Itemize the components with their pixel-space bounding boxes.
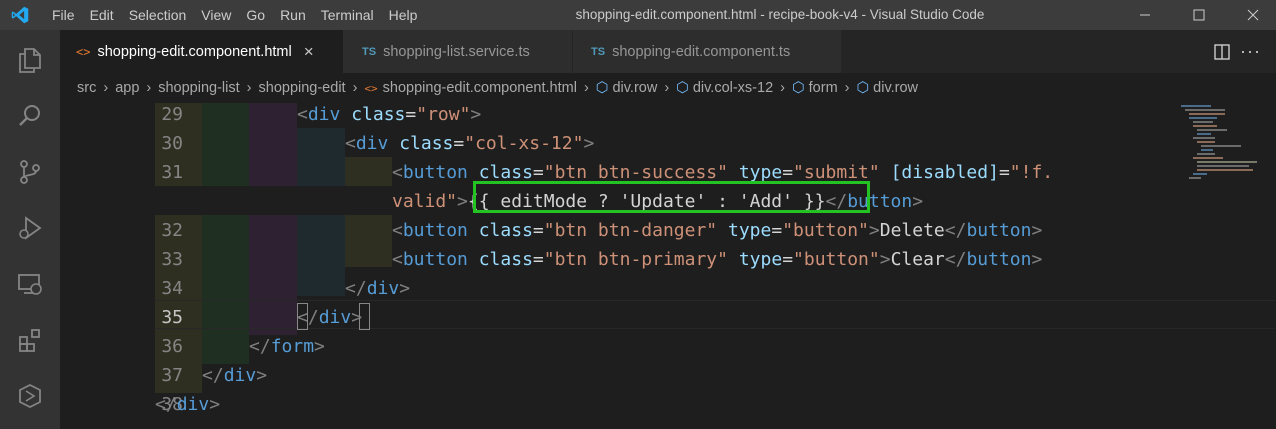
code-line: <button class="btn btn-primary" type="bu…: [392, 249, 1043, 270]
breadcrumb-form[interactable]: form: [809, 80, 838, 96]
line-number: 31: [161, 162, 183, 183]
chevron-right-icon: ›: [664, 80, 670, 96]
line-number: 30: [161, 133, 183, 154]
editor-tab-bar: <> shopping-edit.component.html × TS sho…: [60, 30, 1276, 73]
menu-bar: File Edit Selection View Go Run Terminal…: [52, 0, 432, 30]
tab-close-icon[interactable]: ×: [304, 42, 314, 62]
split-editor-button[interactable]: [1213, 43, 1231, 61]
tab-shopping-list-service-ts[interactable]: TS shopping-list.service.ts: [343, 30, 572, 73]
search-icon: [19, 105, 40, 126]
vscode-logo-icon: [11, 6, 29, 24]
close-window-button[interactable]: [1230, 0, 1276, 30]
tab-shopping-edit-ts[interactable]: TS shopping-edit.component.ts: [573, 30, 841, 73]
line-number: 37: [161, 365, 183, 386]
files-icon: [19, 48, 41, 73]
minimize-button[interactable]: [1122, 0, 1168, 30]
menu-file[interactable]: File: [52, 0, 75, 30]
breadcrumb-shopping-edit[interactable]: shopping-edit: [259, 80, 346, 96]
angular-icon: [19, 383, 41, 409]
more-actions-button[interactable]: ···: [1240, 41, 1264, 61]
menu-go[interactable]: Go: [246, 0, 265, 30]
highlight-box: [473, 181, 870, 213]
cube-icon: ⬡: [676, 80, 689, 96]
activity-bar: [0, 30, 60, 429]
remote-explorer-icon: [18, 274, 42, 295]
ts-file-icon: TS: [591, 45, 606, 58]
line-number: 36: [161, 336, 183, 357]
chevron-right-icon: ›: [246, 80, 252, 96]
bracket-match-close: [359, 303, 370, 330]
menu-selection[interactable]: Selection: [129, 0, 187, 30]
breadcrumb-div-row[interactable]: div.row: [612, 80, 657, 96]
extensions-button[interactable]: [0, 316, 60, 364]
chevron-right-icon: ›: [103, 80, 109, 96]
close-icon: [1247, 9, 1259, 21]
breadcrumb: src › app › shopping-list › shopping-edit › <> sh…: [60, 73, 1276, 103]
code-line: </div>: [345, 278, 411, 299]
chevron-right-icon: ›: [780, 80, 785, 96]
chevron-right-icon: ›: [583, 80, 589, 96]
wrapped-line-background: [155, 186, 392, 215]
tab-shopping-edit-html[interactable]: <> shopping-edit.component.html ×: [60, 30, 343, 73]
chevron-right-icon: ›: [146, 80, 152, 96]
remote-explorer-button[interactable]: [0, 260, 60, 308]
minimize-icon: [1140, 14, 1150, 16]
menu-terminal[interactable]: Terminal: [321, 0, 374, 30]
maximize-icon: [1193, 9, 1205, 21]
run-debug-button[interactable]: [0, 204, 60, 252]
tab-label: shopping-list.service.ts: [383, 43, 530, 60]
search-button[interactable]: [0, 92, 60, 140]
breadcrumb-shopping-list[interactable]: shopping-list: [158, 80, 239, 96]
menu-run[interactable]: Run: [280, 0, 306, 30]
bracket-match-open: [297, 303, 308, 330]
menu-help[interactable]: Help: [389, 0, 418, 30]
line-number: 32: [161, 220, 183, 241]
breadcrumb-div-col[interactable]: div.col-xs-12: [693, 80, 773, 96]
menu-view[interactable]: View: [201, 0, 231, 30]
cube-icon: ⬡: [856, 80, 870, 96]
explorer-button[interactable]: [0, 36, 60, 84]
run-debug-icon: [19, 216, 42, 240]
line-number: 33: [161, 249, 183, 270]
code-editor[interactable]: 29 30 31 32 33 34 35 36 37 38 <div class…: [60, 103, 1276, 429]
chevron-right-icon: ›: [844, 80, 850, 96]
ts-file-icon: TS: [362, 45, 377, 58]
source-control-icon: [20, 160, 40, 184]
chevron-right-icon: ›: [352, 80, 358, 96]
breadcrumb-app[interactable]: app: [115, 80, 139, 96]
line-number: 29: [161, 104, 183, 125]
line-number: 34: [161, 278, 183, 299]
cube-icon: ⬡: [595, 80, 609, 96]
title-bar: File Edit Selection View Go Run Terminal…: [0, 0, 1276, 30]
html-file-icon: <>: [364, 82, 378, 95]
split-editor-icon: [1214, 44, 1230, 60]
window-title: shopping-edit.component.html - recipe-bo…: [575, 7, 985, 22]
breadcrumb-file[interactable]: shopping-edit.component.html: [383, 80, 577, 96]
minimap[interactable]: [1177, 103, 1267, 183]
html-file-icon: <>: [76, 44, 91, 59]
code-line: <div class="row">: [297, 104, 482, 125]
code-line: </form>: [249, 336, 325, 357]
code-line: </div>: [202, 365, 268, 386]
cube-icon: ⬡: [791, 80, 805, 96]
source-control-button[interactable]: [0, 148, 60, 196]
code-line: <div class="col-xs-12">: [345, 133, 595, 154]
more-actions-icon: ···: [1240, 41, 1261, 61]
tab-label: shopping-edit.component.ts: [612, 43, 791, 60]
extensions-icon: [19, 329, 40, 352]
breadcrumb-src[interactable]: src: [77, 80, 96, 96]
angular-button[interactable]: [0, 372, 60, 420]
breadcrumb-div-row-2[interactable]: div.row: [873, 80, 918, 96]
line-number-current: 35: [161, 307, 183, 328]
code-line: <button class="btn btn-danger" type="but…: [392, 220, 1043, 241]
maximize-button[interactable]: [1176, 0, 1222, 30]
menu-edit[interactable]: Edit: [90, 0, 114, 30]
tab-label: shopping-edit.component.html: [97, 43, 292, 60]
code-line: </div>: [155, 394, 221, 415]
